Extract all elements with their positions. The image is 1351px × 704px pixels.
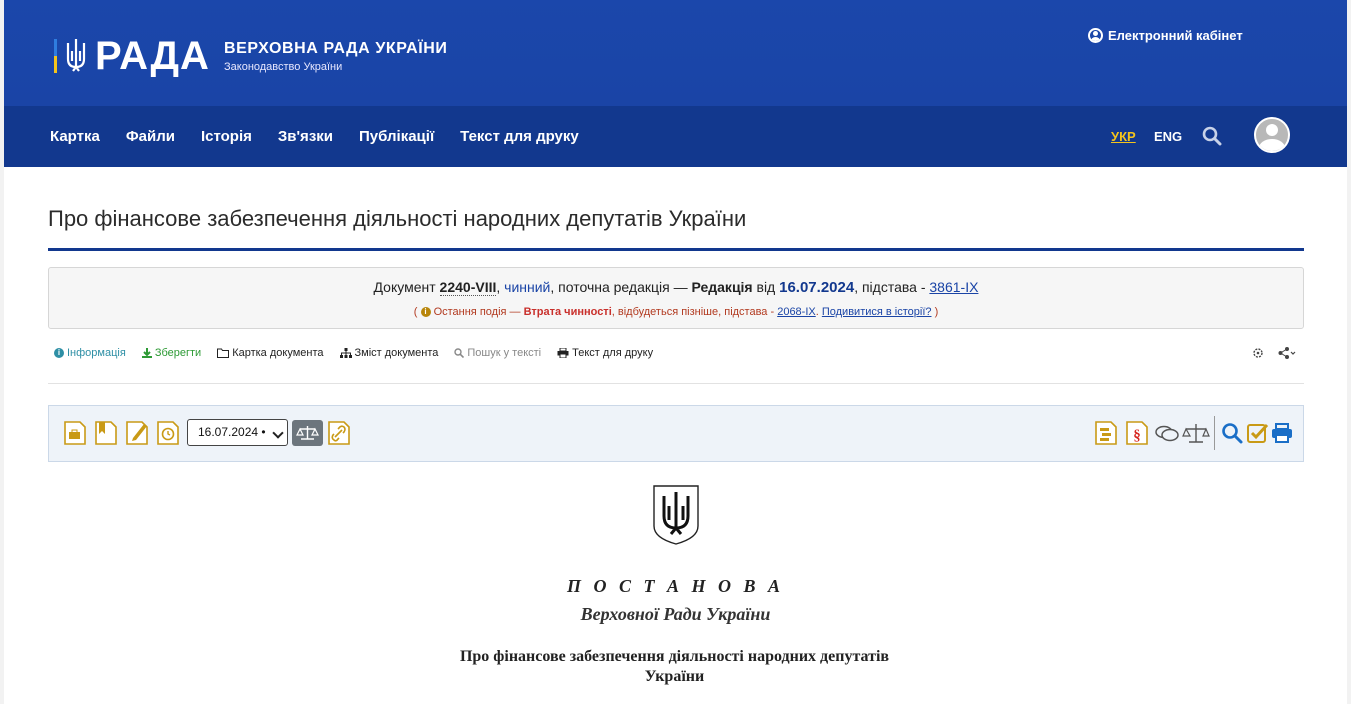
org-title: ВЕРХОВНА РАДА УКРАЇНИ [224, 40, 448, 57]
tool-search-label: Пошук у тексті [467, 347, 542, 359]
comments-icon[interactable] [1154, 420, 1180, 446]
settings-icon[interactable] [1252, 347, 1264, 359]
history-doc-icon[interactable] [156, 420, 180, 446]
tool-save-label: Зберегти [154, 347, 202, 359]
toolbar-divider [1214, 416, 1215, 450]
doc-prefix: Документ [373, 279, 436, 295]
svg-text:§: § [1133, 428, 1141, 444]
edition-label: Редакція [691, 279, 753, 295]
folder-icon [217, 348, 230, 358]
paragraph-doc-icon[interactable]: § [1125, 420, 1149, 446]
document-toolbar: 16.07.2024 • § [48, 405, 1304, 462]
nav-item-publications[interactable]: Публікації [359, 128, 434, 145]
nav-item-links[interactable]: Зв'язки [278, 128, 333, 145]
event-dot: . [815, 306, 819, 318]
nav-item-history[interactable]: Історія [201, 128, 252, 145]
tool-print[interactable]: Текст для друку [557, 347, 653, 359]
trident-icon [66, 39, 86, 72]
chevron-down-icon [272, 427, 284, 439]
bookmark-doc-icon[interactable] [94, 420, 118, 446]
tool-card-label: Картка документа [232, 347, 324, 359]
sitemap-icon [339, 348, 352, 358]
share-icon[interactable] [1278, 347, 1296, 359]
user-avatar[interactable] [1254, 117, 1290, 153]
tool-contents[interactable]: Зміст документа [339, 347, 439, 359]
org-subtitle: Законодавство України [224, 61, 343, 73]
tool-card[interactable]: Картка документа [217, 347, 324, 359]
document-body-title: Про фінансове забезпечення діяльності на… [404, 647, 945, 687]
current-edition-text: , поточна редакція — [550, 279, 688, 295]
edition-date-select-value: 16.07.2024 • [198, 425, 266, 439]
nav-item-print-text[interactable]: Текст для друку [460, 128, 579, 145]
search-icon[interactable] [1220, 420, 1244, 446]
org-name: ВЕРХОВНА РАДА УКРАЇНИ Законодавство Укра… [224, 40, 448, 73]
link-doc-icon[interactable] [327, 420, 351, 446]
page-frame: РАДА ВЕРХОВНА РАДА УКРАЇНИ Законодавство… [4, 0, 1347, 704]
printer-icon[interactable] [1270, 420, 1294, 446]
title-divider [48, 248, 1304, 251]
lang-eng-link[interactable]: ENG [1154, 129, 1182, 144]
search-icon [454, 348, 465, 358]
cabinet-label: Електронний кабінет [1108, 28, 1243, 43]
issuer-subheading: Верховної Ради України [580, 604, 771, 624]
search-icon[interactable] [1202, 126, 1222, 146]
basis-text: , підстава - [854, 279, 926, 295]
tools-right [1252, 347, 1296, 359]
document-status-box: Документ 2240-VIII, чинний, поточна реда… [48, 267, 1304, 329]
tool-print-label: Текст для друку [572, 347, 654, 359]
page-title: Про фінансове забезпечення діяльності на… [48, 206, 747, 231]
scales-justice-icon[interactable] [1182, 420, 1210, 446]
tool-save[interactable]: Зберегти [141, 347, 202, 359]
lang-ukr-link[interactable]: УКР [1111, 129, 1136, 144]
main-nav: Картка Файли Історія Зв'язки Публікації … [4, 106, 1347, 167]
nav-item-files[interactable]: Файли [126, 128, 175, 145]
doc-number: 2240-VIII [439, 279, 497, 296]
user-circle-icon [1088, 28, 1103, 43]
compare-editions-button[interactable] [292, 420, 323, 446]
event-basis-link[interactable]: 2068-IX [777, 306, 816, 318]
document-tools: i Інформація Зберегти Картка документа З… [54, 347, 669, 359]
coat-of-arms-icon [653, 485, 699, 545]
doc-status: чинний [504, 279, 551, 295]
printer-icon [557, 348, 569, 358]
from-text: від [756, 279, 776, 295]
event-rest: , відбудеться пізніше, підстава - [611, 306, 775, 318]
info-icon: i [54, 348, 64, 358]
doc-sep: , [496, 279, 501, 295]
tool-search[interactable]: Пошук у тексті [454, 347, 541, 359]
event-text: Остання подія — [433, 306, 521, 318]
basis-link[interactable]: 3861-IX [929, 279, 978, 295]
tool-info-label: Інформація [67, 347, 126, 359]
section-divider [48, 383, 1304, 384]
edition-date-select[interactable]: 16.07.2024 • [187, 419, 288, 446]
download-icon [141, 348, 152, 358]
history-link[interactable]: Подивитися в історії? [822, 306, 932, 318]
event-bold: Втрата чинності [523, 306, 612, 318]
logo-text: РАДА [95, 34, 210, 78]
tool-info[interactable]: i Інформація [54, 347, 126, 359]
site-logo[interactable]: РАДА [54, 36, 210, 76]
info-circle-icon: i [420, 307, 431, 318]
site-header: РАДА ВЕРХОВНА РАДА УКРАЇНИ Законодавство… [4, 0, 1347, 106]
check-square-icon[interactable] [1246, 420, 1270, 446]
edit-doc-icon[interactable] [125, 420, 149, 446]
document-type-heading: П О С Т А Н О В А [566, 576, 785, 596]
electronic-cabinet-link[interactable]: Електронний кабінет [1088, 28, 1243, 43]
event-open: ( [413, 306, 418, 318]
doc-title-line2: України [644, 668, 705, 685]
related-docs-icon[interactable] [1094, 420, 1118, 446]
doc-title-line1: Про фінансове забезпечення діяльності на… [459, 648, 890, 665]
last-event-line: ( i Остання подія — Втрата чинності, від… [49, 306, 1303, 318]
document-card-icon[interactable] [63, 420, 87, 446]
document-status-line: Документ 2240-VIII, чинний, поточна реда… [49, 279, 1303, 296]
edition-date: 16.07.2024 [779, 279, 855, 296]
nav-item-card[interactable]: Картка [50, 128, 100, 145]
event-close: ) [934, 306, 939, 318]
flag-stripe [54, 39, 57, 73]
tool-contents-label: Зміст документа [354, 347, 439, 359]
scales-icon [296, 426, 319, 440]
